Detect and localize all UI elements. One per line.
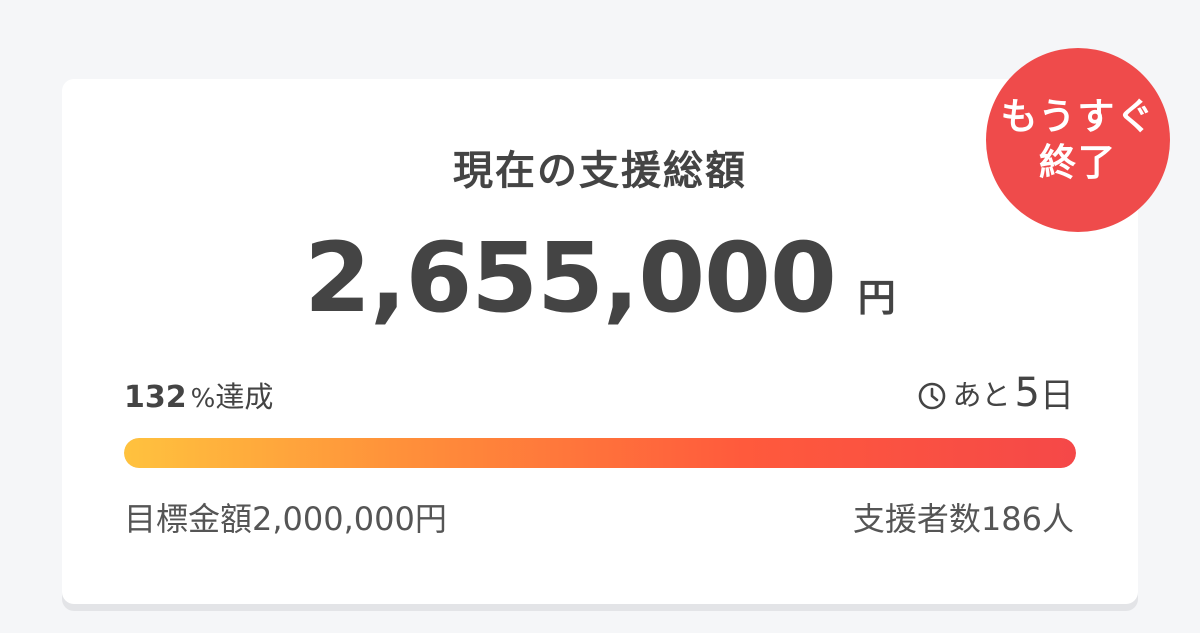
days-remaining-prefix: あと	[952, 377, 1011, 412]
days-remaining-unit: 日	[1040, 376, 1074, 416]
achievement-rate: 132 % 達成	[124, 374, 273, 416]
total-amount-unit: 円	[857, 276, 896, 320]
badge-line-2: 終了	[1039, 141, 1117, 184]
progress-bar-fill	[124, 438, 1076, 468]
total-amount: 2,655,000 円	[0, 222, 1200, 334]
days-remaining-count: 5	[1014, 369, 1040, 416]
progress-bar	[124, 438, 1076, 468]
days-remaining: あと 5 日	[917, 368, 1074, 417]
achievement-label: 達成	[215, 380, 274, 414]
ending-soon-badge: もうすぐ 終了	[986, 48, 1170, 232]
supporter-count: 支援者数186人	[852, 500, 1074, 538]
achievement-percent: 132	[124, 380, 187, 415]
total-amount-value: 2,655,000	[304, 222, 837, 334]
clock-icon	[918, 382, 945, 409]
badge-line-1: もうすぐ	[1000, 95, 1156, 138]
achievement-percent-sign: %	[190, 384, 216, 414]
goal-amount: 目標金額2,000,000円	[124, 500, 447, 538]
